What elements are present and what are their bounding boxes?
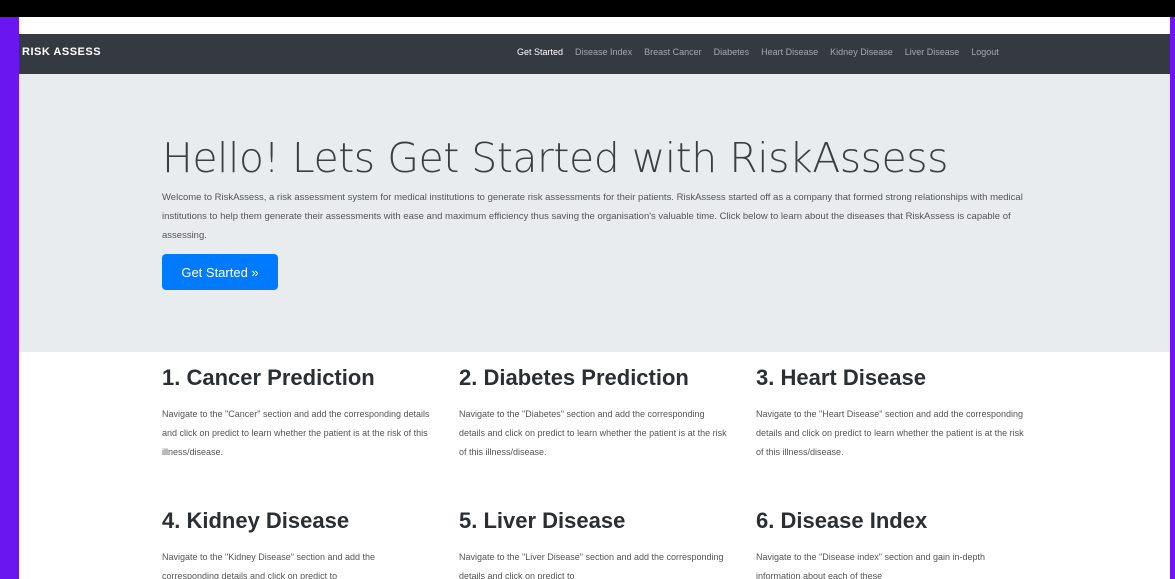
card-title: 6. Disease Index: [756, 508, 928, 533]
page-title: Hello! Lets Get Started with RiskAssess: [162, 134, 948, 182]
nav-kidney-disease[interactable]: Kidney Disease: [824, 47, 899, 57]
brand-logo[interactable]: RISK ASSESS: [22, 46, 101, 58]
page: RISK ASSESS Get Started Disease Index Br…: [19, 17, 1170, 579]
card-liver: 5. Liver Disease Navigate to the "Liver …: [459, 508, 729, 579]
card-disease-index: 6. Disease Index Navigate to the "Diseas…: [756, 508, 1026, 579]
card-kidney: 4. Kidney Disease Navigate to the "Kidne…: [162, 508, 432, 579]
get-started-button[interactable]: Get Started »: [162, 254, 278, 290]
card-title: 1. Cancer Prediction: [162, 365, 375, 390]
navbar: RISK ASSESS Get Started Disease Index Br…: [19, 34, 1170, 74]
nav-get-started[interactable]: Get Started: [511, 47, 569, 57]
nav-menu: Get Started Disease Index Breast Cancer …: [511, 47, 1005, 57]
card-text: Navigate to the "Kidney Disease" section…: [162, 552, 376, 579]
card-heart: 3. Heart Disease Navigate to the "Heart …: [756, 365, 1026, 462]
card-title: 4. Kidney Disease: [162, 508, 350, 533]
nav-logout[interactable]: Logout: [965, 47, 1005, 57]
card-diabetes: 2. Diabetes Prediction Navigate to the "…: [459, 365, 729, 462]
card-title: 3. Heart Disease: [756, 365, 926, 390]
nav-heart-disease[interactable]: Heart Disease: [755, 47, 824, 57]
nav-liver-disease[interactable]: Liver Disease: [899, 47, 966, 57]
card-text: Navigate to the "Cancer" section and add…: [162, 409, 430, 457]
intro-text: Welcome to RiskAssess, a risk assessment…: [162, 192, 1023, 241]
nav-breast-cancer[interactable]: Breast Cancer: [638, 47, 708, 57]
nav-disease-index[interactable]: Disease Index: [569, 47, 638, 57]
card-title: 2. Diabetes Prediction: [459, 365, 689, 390]
card-title: 5. Liver Disease: [459, 508, 626, 533]
card-cancer: 1. Cancer Prediction Navigate to the "Ca…: [162, 365, 432, 462]
card-text: Navigate to the "Diabetes" section and a…: [459, 409, 727, 457]
nav-diabetes[interactable]: Diabetes: [708, 47, 756, 57]
card-text: Navigate to the "Liver Disease" section …: [459, 552, 724, 579]
card-text: Navigate to the "Heart Disease" section …: [756, 409, 1024, 457]
jumbotron: Hello! Lets Get Started with RiskAssess …: [19, 74, 1170, 352]
card-text: Navigate to the "Disease index" section …: [756, 552, 986, 579]
